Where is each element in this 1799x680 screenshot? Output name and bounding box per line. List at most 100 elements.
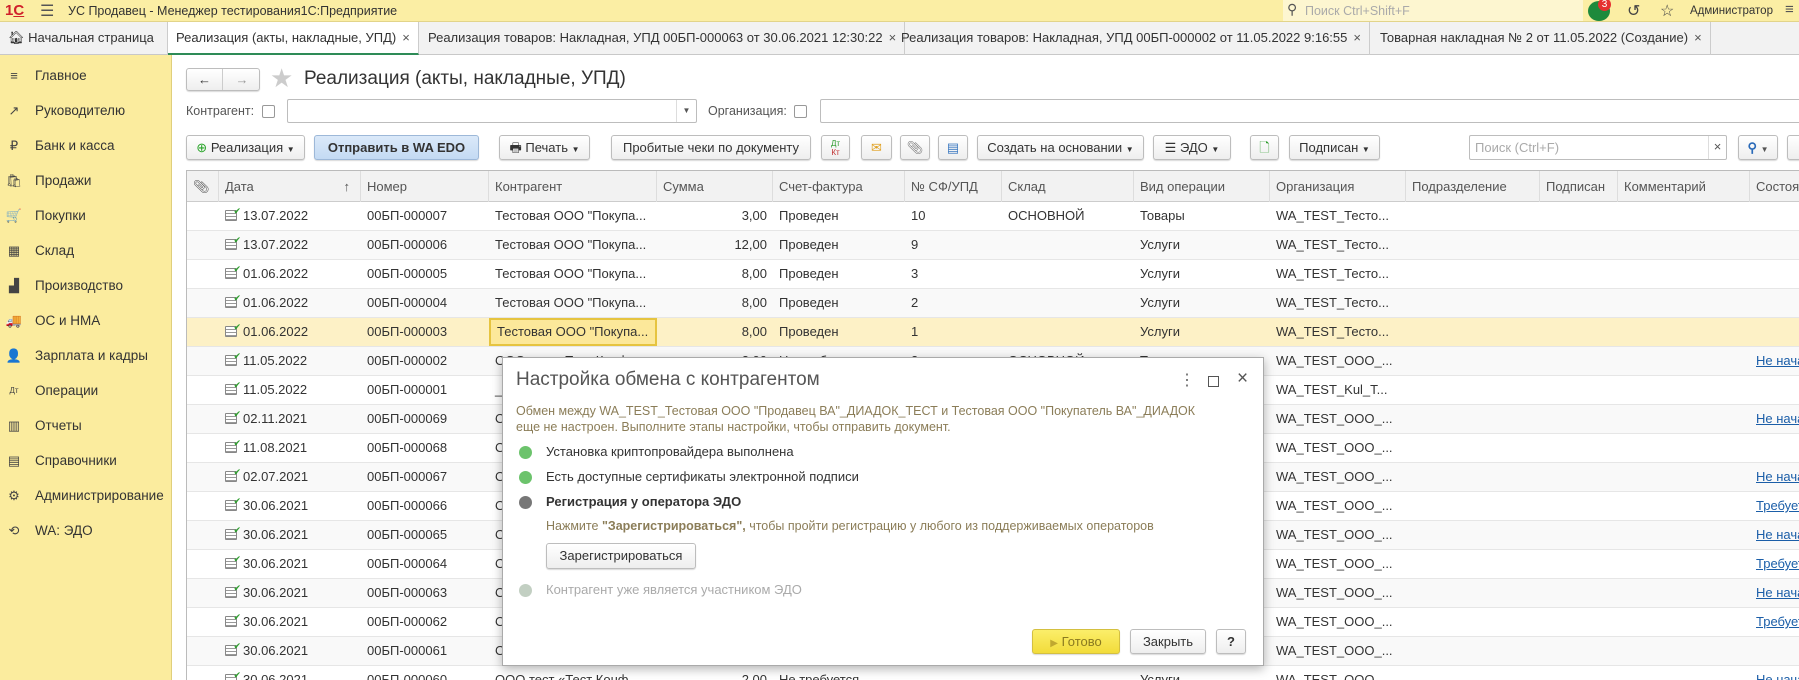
print-button[interactable]: 🖶 Печать ▼	[499, 135, 590, 160]
sidebar-item-4[interactable]: 🛒 Покупки	[0, 201, 172, 231]
structure-button[interactable]: ▤	[938, 135, 968, 160]
table-row[interactable]: 13.07.2022 00БП-000007 Тестовая ООО "Покуп…	[187, 202, 1799, 231]
counterparty-filter-input[interactable]: ▼	[287, 99, 697, 123]
edo-menu-button[interactable]: ☰ ЭДО ▼	[1153, 135, 1231, 160]
column-header-number[interactable]: Номер	[361, 171, 489, 202]
help-button[interactable]: ?	[1216, 629, 1246, 654]
maximize-icon[interactable]	[1208, 376, 1219, 387]
list-search-input[interactable]: Поиск (Ctrl+F) ×	[1469, 135, 1727, 160]
paperclip-icon: 📎︎	[906, 140, 924, 155]
sidebar-item-5[interactable]: ▦ Склад	[0, 236, 172, 266]
column-header-organization[interactable]: Организация	[1270, 171, 1406, 202]
play-icon: ▶	[1050, 638, 1058, 649]
history-icon[interactable]: ↺	[1627, 1, 1640, 21]
column-header-counterparty[interactable]: Контрагент	[489, 171, 657, 202]
section-icon: ▥	[7, 418, 21, 433]
favorites-star-icon[interactable]: ☆	[1660, 1, 1674, 21]
tab-sales-doc-63[interactable]: Реализация товаров: Накладная, УПД 00БП-…	[420, 22, 906, 55]
organization-filter-input[interactable]	[820, 99, 1799, 123]
more-actions-button[interactable]	[1787, 135, 1799, 160]
status-link[interactable]: Не начат	[1756, 411, 1799, 426]
section-icon: ⟲	[8, 523, 20, 538]
column-header-signed[interactable]: Подписан	[1540, 171, 1618, 202]
close-tab-icon[interactable]: ×	[1353, 30, 1361, 45]
sidebar-item-9[interactable]: Дт Операции	[0, 376, 172, 406]
status-link[interactable]: Не начат	[1756, 585, 1799, 600]
status-link[interactable]: Не начат	[1756, 527, 1799, 542]
cell-invoice-number: 9	[911, 237, 919, 252]
sidebar-item-7[interactable]: 🚚 ОС и НМА	[0, 306, 172, 336]
table-row[interactable]: 01.06.2022 00БП-000004 Тестовая ООО "Покуп…	[187, 289, 1799, 318]
back-button[interactable]: ←	[187, 69, 223, 90]
table-row[interactable]: 13.07.2022 00БП-000006 Тестовая ООО "Покуп…	[187, 231, 1799, 260]
sidebar-item-6[interactable]: ▟ Производство	[0, 271, 172, 301]
sidebar-item-13[interactable]: ⟲ WA: ЭДО	[0, 516, 172, 546]
user-name[interactable]: Администратор	[1690, 5, 1773, 17]
mail-button[interactable]: ✉	[861, 135, 892, 160]
status-link[interactable]: Не начат	[1756, 469, 1799, 484]
register-button[interactable]: Зарегистрироваться	[546, 543, 696, 569]
main-menu-icon[interactable]: ☰	[40, 1, 54, 21]
cell-status: Требуется	[1750, 550, 1799, 578]
sidebar-item-1[interactable]: ↗ Руководителю	[0, 96, 172, 126]
organization-filter-checkbox[interactable]	[794, 105, 807, 118]
close-button[interactable]: Закрыть	[1130, 629, 1206, 654]
close-tab-icon[interactable]: ×	[1694, 30, 1702, 45]
sidebar-item-0[interactable]: ≡ Главное	[0, 61, 172, 91]
close-dialog-icon[interactable]: ×	[1237, 368, 1248, 390]
column-header-comment[interactable]: Комментарий	[1618, 171, 1750, 202]
tab-sales-list[interactable]: Реализация (акты, накладные, УПД) ×	[168, 22, 419, 55]
settings-menu-icon[interactable]: ≡	[1785, 1, 1794, 18]
status-link[interactable]: Требуется	[1756, 498, 1799, 513]
dt-kt-button[interactable]: Дт Кт	[821, 135, 850, 160]
tab-sales-doc-2[interactable]: Реализация товаров: Накладная, УПД 00БП-…	[893, 22, 1370, 55]
sort-ascending-icon[interactable]: ↑	[344, 171, 351, 202]
forward-button[interactable]: →	[224, 69, 260, 90]
counterparty-filter-checkbox[interactable]	[262, 105, 275, 118]
column-header-invoice-number[interactable]: № СФ/УПД	[905, 171, 1002, 202]
chevron-down-icon: ▼	[1211, 145, 1220, 154]
close-tab-icon[interactable]: ×	[402, 30, 410, 45]
more-options-icon[interactable]: ⋮	[1179, 370, 1195, 390]
notifications-bell-icon[interactable]: 3	[1588, 0, 1611, 21]
column-header-operation-type[interactable]: Вид операции	[1134, 171, 1270, 202]
receipts-button[interactable]: Пробитые чеки по документу	[611, 135, 811, 160]
section-icon: ₽	[9, 138, 19, 153]
favorite-star-icon[interactable]: ★	[270, 63, 293, 94]
status-link[interactable]: Требуется	[1756, 556, 1799, 571]
table-row[interactable]: 01.06.2022 00БП-000005 Тестовая ООО "Покуп…	[187, 260, 1799, 289]
status-link[interactable]: Не начат	[1756, 672, 1799, 680]
create-based-on-button[interactable]: Создать на основании ▼	[977, 135, 1144, 160]
table-row[interactable]: 01.06.2022 00БП-000003 Тестовая ООО "Покуп…	[187, 318, 1799, 347]
sidebar-item-8[interactable]: 👤 Зарплата и кадры	[0, 341, 172, 371]
create-sale-button[interactable]: ⊕ Реализация ▼	[186, 135, 305, 160]
column-header-warehouse[interactable]: Склад	[1002, 171, 1134, 202]
status-link[interactable]: Требуется	[1756, 614, 1799, 629]
column-header-attachment[interactable]: 📎︎	[187, 171, 219, 202]
column-header-department[interactable]: Подразделение	[1406, 171, 1540, 202]
dropdown-arrow-icon[interactable]: ▼	[676, 100, 696, 122]
status-link[interactable]: Не начат	[1756, 353, 1799, 368]
sidebar-item-12[interactable]: ⚙ Администрирование	[0, 481, 172, 511]
send-wa-edo-button[interactable]: Отправить в WA EDO	[314, 135, 479, 160]
table-row[interactable]: 30.06.2021 00БП-000060 ООО тест «Тест Конф…	[187, 666, 1799, 680]
sidebar-item-2[interactable]: ₽ Банк и касса	[0, 131, 172, 161]
sidebar-item-3[interactable]: 🛍 Продажи	[0, 166, 172, 196]
clear-search-icon[interactable]: ×	[1708, 136, 1726, 159]
sidebar-item-11[interactable]: ▤ Справочники	[0, 446, 172, 476]
sidebar-item-10[interactable]: ▥ Отчеты	[0, 411, 172, 441]
cell-number: 00БП-000068	[367, 440, 448, 455]
cell-organization: WA_TEST_ООО_...	[1276, 469, 1393, 484]
attachments-button[interactable]: 📎︎	[900, 135, 930, 160]
tab-waybill[interactable]: Товарная накладная № 2 от 11.05.2022 (Со…	[1372, 22, 1711, 55]
tab-home[interactable]: 🏠︎ Начальная страница	[0, 22, 168, 55]
search-options-button[interactable]: ⚲ ▼	[1738, 135, 1778, 160]
signed-filter-button[interactable]: Подписан ▼	[1289, 135, 1380, 160]
global-search-input[interactable]: ⚲ Поиск Ctrl+Shift+F	[1283, 0, 1583, 21]
column-header-invoice[interactable]: Счет-фактура	[773, 171, 905, 202]
done-button[interactable]: ▶ Готово	[1032, 629, 1120, 654]
1c-logo-icon[interactable]: 1С	[5, 2, 24, 19]
column-header-amount[interactable]: Сумма	[657, 171, 773, 202]
add-document-button[interactable]: 🗋	[1250, 135, 1279, 160]
column-header-date[interactable]: Дата ↑	[219, 171, 361, 202]
